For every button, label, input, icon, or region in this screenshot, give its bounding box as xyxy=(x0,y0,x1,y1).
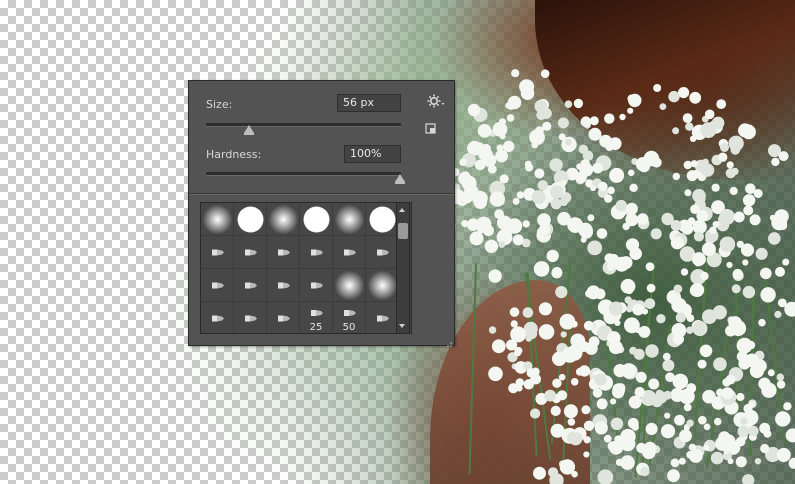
brush-preset-18[interactable] xyxy=(366,269,399,302)
brush-preset-2[interactable] xyxy=(234,203,267,236)
brush-tip-icon xyxy=(278,315,290,322)
size-slider-thumb[interactable] xyxy=(243,125,254,135)
brush-tip-icon xyxy=(311,282,323,289)
hard-round-brush-icon xyxy=(237,206,264,233)
hardness-slider-thumb[interactable] xyxy=(395,174,405,184)
hardness-input[interactable]: 100% xyxy=(344,145,401,163)
brush-preset-20[interactable] xyxy=(234,302,267,333)
soft-round-brush-icon xyxy=(367,270,398,301)
scroll-down-arrow[interactable] xyxy=(399,324,405,328)
brush-preset-7[interactable] xyxy=(201,236,234,269)
brush-preset-24[interactable] xyxy=(366,302,399,333)
brush-preset-13[interactable] xyxy=(201,269,234,302)
brush-preset-9[interactable] xyxy=(267,236,300,269)
brush-preset-grid: 25 50 xyxy=(200,202,412,334)
brush-preset-8[interactable] xyxy=(234,236,267,269)
brush-tip-icon xyxy=(278,282,290,289)
hard-round-brush-icon xyxy=(369,206,396,233)
brush-preset-10[interactable] xyxy=(300,236,333,269)
brush-tip-icon xyxy=(212,249,224,256)
brush-tip-icon xyxy=(344,249,356,256)
soft-round-brush-icon xyxy=(202,204,233,235)
brush-tip-icon xyxy=(311,249,323,256)
soft-round-brush-icon xyxy=(268,204,299,235)
scroll-thumb[interactable] xyxy=(398,223,408,239)
brush-preset-17[interactable] xyxy=(333,269,366,302)
brush-preset-1[interactable] xyxy=(201,203,234,236)
brush-preset-11[interactable] xyxy=(333,236,366,269)
soft-round-brush-icon xyxy=(334,204,365,235)
resize-grip-icon[interactable] xyxy=(446,337,452,347)
brush-tip-icon xyxy=(212,315,224,322)
brush-preset-12[interactable] xyxy=(366,236,399,269)
brush-preset-3[interactable] xyxy=(267,203,300,236)
scroll-up-arrow[interactable] xyxy=(399,208,405,212)
size-slider-track[interactable] xyxy=(206,123,401,127)
brush-tip-icon xyxy=(212,282,224,289)
gear-icon[interactable] xyxy=(427,93,445,109)
brush-tip-icon xyxy=(245,282,257,289)
hardness-slider-track[interactable] xyxy=(206,172,401,176)
preset-scrollbar[interactable] xyxy=(396,202,410,334)
brush-tip-icon xyxy=(377,249,389,256)
hard-round-brush-icon xyxy=(303,206,330,233)
size-input[interactable]: 56 px xyxy=(337,94,401,112)
brush-preset-picker: Size: 56 px Hardness: 100% 25 50 xyxy=(188,80,455,347)
brush-preset-19[interactable] xyxy=(201,302,234,333)
brush-preset-23[interactable]: 50 xyxy=(333,302,366,333)
soft-round-brush-icon xyxy=(334,270,365,301)
brush-size-label: 50 xyxy=(342,322,356,333)
brush-preset-21[interactable] xyxy=(267,302,300,333)
brush-preset-4[interactable] xyxy=(300,203,333,236)
brush-preset-16[interactable] xyxy=(300,269,333,302)
brush-size-label: 25 xyxy=(309,322,323,333)
size-label: Size: xyxy=(206,98,233,111)
brush-preset-5[interactable] xyxy=(333,203,366,236)
brush-preset-6[interactable] xyxy=(366,203,399,236)
brush-preset-15[interactable] xyxy=(267,269,300,302)
brush-tip-icon xyxy=(278,249,290,256)
brush-tip-icon xyxy=(245,249,257,256)
brush-preset-22[interactable]: 25 xyxy=(300,302,333,333)
new-preset-icon[interactable] xyxy=(425,123,437,135)
brush-tip-icon xyxy=(245,315,257,322)
panel-divider xyxy=(189,193,454,195)
brush-tip-icon xyxy=(377,315,389,322)
hardness-label: Hardness: xyxy=(206,148,262,161)
brush-preset-14[interactable] xyxy=(234,269,267,302)
